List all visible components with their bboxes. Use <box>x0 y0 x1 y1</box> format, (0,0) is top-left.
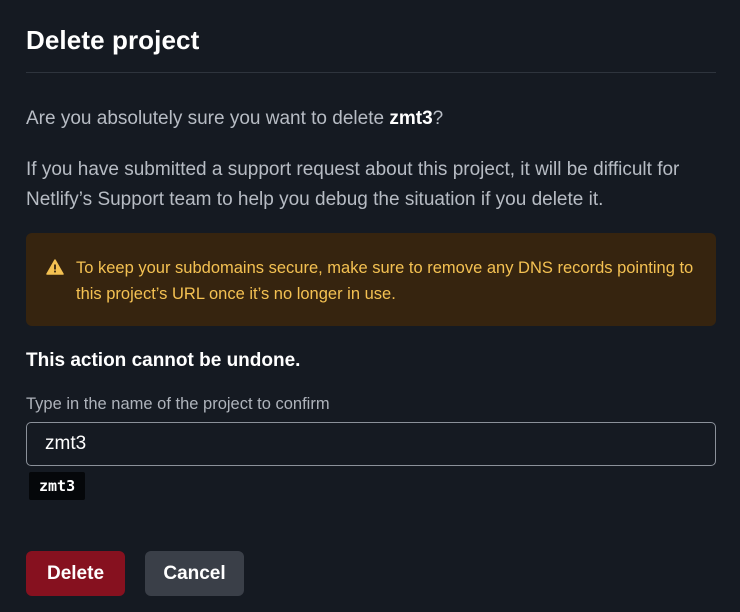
project-name: zmt3 <box>389 108 433 129</box>
support-warning-paragraph: If you have submitted a support request … <box>26 159 680 210</box>
cancel-button[interactable]: Cancel <box>145 551 244 596</box>
confirm-question: Are you absolutely sure you want to dele… <box>26 108 443 130</box>
delete-project-dialog: Delete project Are you absolutely sure y… <box>0 0 740 612</box>
project-name-hint: zmt3 <box>29 472 86 500</box>
question-suffix: ? <box>432 108 444 129</box>
warning-triangle-icon <box>46 259 64 275</box>
dialog-title: Delete project <box>26 25 200 55</box>
title-divider <box>26 72 716 73</box>
warning-text: To keep your subdomains secure, make sur… <box>76 259 694 303</box>
cannot-undo-heading: This action cannot be undone. <box>26 350 301 371</box>
project-name-confirm-input[interactable] <box>26 422 716 466</box>
question-prefix: Are you absolutely sure you want to dele… <box>26 108 390 129</box>
confirm-label: Type in the name of the project to confi… <box>26 395 330 413</box>
dns-warning-callout: To keep your subdomains secure, make sur… <box>26 233 716 326</box>
delete-button[interactable]: Delete <box>26 551 125 596</box>
